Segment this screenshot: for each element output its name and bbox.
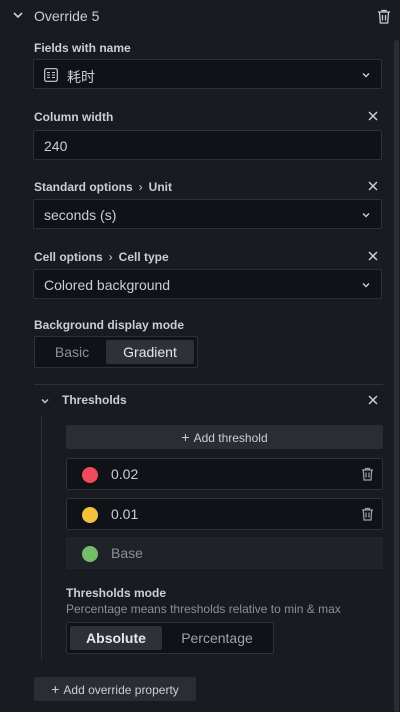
section-divider — [34, 384, 383, 385]
add-override-property-label: Add override property — [63, 683, 179, 697]
thresholds-indent-line — [41, 415, 42, 660]
bg-mode-gradient-option[interactable]: Gradient — [106, 340, 194, 364]
chevron-down-icon — [362, 213, 370, 218]
chevron-down-icon — [362, 73, 370, 78]
cell-type-breadcrumb: Cell options › Cell type — [34, 250, 169, 264]
chevron-right-icon: › — [108, 250, 113, 264]
add-override-property-button[interactable]: + Add override property — [34, 677, 196, 701]
unit-select[interactable]: seconds (s) — [33, 199, 382, 229]
add-threshold-button[interactable]: + Add threshold — [66, 425, 383, 449]
plus-icon: + — [51, 681, 60, 697]
threshold-value-input[interactable]: 0.01 — [111, 506, 138, 522]
thresholds-mode-percentage-option[interactable]: Percentage — [164, 626, 270, 650]
cell-type-value: Colored background — [44, 277, 171, 293]
threshold-row-base: Base — [66, 537, 383, 569]
field-grid-icon — [44, 68, 58, 82]
threshold-value-input[interactable]: 0.02 — [111, 466, 138, 482]
thresholds-mode-absolute-option[interactable]: Absolute — [70, 626, 162, 650]
thresholds-label: Thresholds — [62, 393, 127, 407]
column-width-label: Column width — [34, 110, 114, 124]
trash-icon[interactable] — [361, 507, 374, 521]
threshold-color-swatch[interactable] — [82, 467, 98, 483]
threshold-row: 0.02 — [66, 458, 383, 490]
fields-with-name-label: Fields with name — [34, 41, 131, 55]
thresholds-collapse-chevron-icon[interactable] — [40, 396, 50, 406]
fields-with-name-value: 耗时 — [67, 69, 95, 85]
add-threshold-label: Add threshold — [193, 431, 268, 445]
unit-value: seconds (s) — [44, 207, 117, 223]
standard-options-crumb: Standard options — [34, 180, 133, 194]
bg-mode-basic-option[interactable]: Basic — [38, 340, 106, 364]
remove-column-width-icon[interactable] — [366, 109, 380, 123]
collapse-chevron-icon[interactable] — [12, 9, 24, 21]
threshold-color-swatch[interactable] — [82, 546, 98, 562]
thresholds-mode-radio: Absolute Percentage — [66, 622, 274, 654]
unit-crumb: Unit — [148, 180, 172, 194]
override-title: Override 5 — [34, 8, 100, 24]
delete-override-icon[interactable] — [377, 9, 391, 24]
remove-unit-icon[interactable] — [366, 179, 380, 193]
remove-cell-type-icon[interactable] — [366, 249, 380, 263]
cell-options-crumb: Cell options — [34, 250, 103, 264]
thresholds-mode-description: Percentage means thresholds relative to … — [66, 602, 341, 616]
bg-display-mode-label: Background display mode — [34, 318, 185, 332]
chevron-right-icon: › — [138, 180, 143, 194]
column-width-value: 240 — [44, 138, 68, 154]
remove-thresholds-icon[interactable] — [366, 393, 380, 407]
plus-icon: + — [181, 429, 190, 445]
unit-breadcrumb: Standard options › Unit — [34, 180, 172, 194]
bg-display-mode-radio: Basic Gradient — [34, 336, 198, 368]
trash-icon[interactable] — [361, 467, 374, 481]
threshold-row: 0.01 — [66, 498, 383, 530]
cell-type-select[interactable]: Colored background — [33, 269, 382, 299]
fields-with-name-select[interactable]: 耗时 — [33, 59, 382, 89]
column-width-input[interactable]: 240 — [33, 130, 382, 160]
threshold-color-swatch[interactable] — [82, 507, 98, 523]
chevron-down-icon — [362, 283, 370, 288]
scrollbar-thumb[interactable] — [394, 40, 399, 712]
threshold-base-label: Base — [111, 545, 143, 561]
thresholds-mode-label: Thresholds mode — [66, 586, 167, 600]
cell-type-crumb: Cell type — [118, 250, 169, 264]
